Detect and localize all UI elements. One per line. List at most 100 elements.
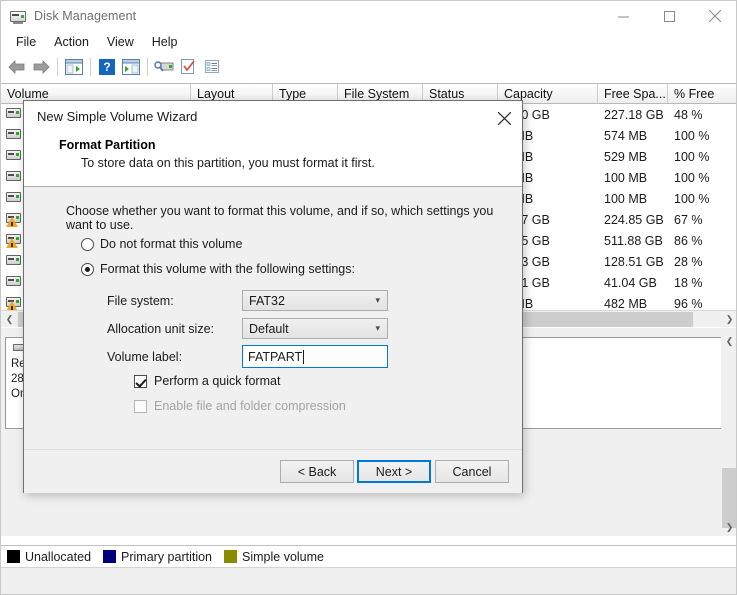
dialog-close-icon[interactable]	[490, 106, 518, 130]
menu-file[interactable]: File	[7, 33, 45, 51]
disk-pane-vertical-scrollbar[interactable]: ❮ ❯	[721, 333, 737, 536]
list-view-icon[interactable]	[200, 55, 224, 78]
toolbar-separator	[90, 58, 91, 76]
toolbar: ?	[1, 53, 737, 80]
checkbox-label: Perform a quick format	[154, 374, 280, 388]
show-hide-console-tree-icon[interactable]	[62, 55, 86, 78]
radio-indicator[interactable]	[81, 238, 94, 251]
dialog-heading: Format Partition	[59, 138, 156, 152]
menu-bar: File Action View Help	[1, 31, 737, 53]
disk-drive-icon	[10, 8, 26, 24]
cell-percent: 100 %	[674, 125, 736, 146]
legend-bar: Unallocated Primary partition Simple volum…	[1, 545, 737, 567]
cell-percent: 48 %	[674, 104, 736, 125]
back-button[interactable]: < Back	[280, 460, 354, 483]
warning-volume-icon	[6, 296, 22, 310]
cancel-button[interactable]: Cancel	[435, 460, 509, 483]
dialog-body: Choose whether you want to format this v…	[24, 187, 522, 449]
dialog-header: New Simple Volume Wizard Format Partitio…	[24, 101, 522, 187]
text-caret	[303, 350, 304, 364]
radio-do-not-format[interactable]: Do not format this volume	[81, 237, 242, 251]
chevron-down-icon: ▾	[375, 324, 380, 333]
legend-item: Primary partition	[103, 550, 212, 564]
disk-management-window: Disk Management File Action View Help	[0, 0, 737, 595]
status-bar	[1, 567, 737, 595]
cell-free: 574 MB	[604, 125, 666, 146]
radio-label: Format this volume with the following se…	[100, 262, 355, 276]
toolbar-separator	[57, 58, 58, 76]
cell-percent: 100 %	[674, 188, 736, 209]
cell-free: 128.51 GB	[604, 251, 666, 272]
rescan-disks-icon[interactable]	[152, 55, 176, 78]
cell-free: 41.04 GB	[604, 272, 666, 293]
dialog-intro-text: Choose whether you want to format this v…	[66, 204, 522, 232]
cell-free: 529 MB	[604, 146, 666, 167]
file-system-select[interactable]: FAT32 ▾	[242, 290, 388, 311]
legend-swatch	[7, 550, 20, 563]
disk-volume-icon	[6, 191, 22, 205]
warning-volume-icon	[6, 233, 22, 247]
dialog-footer: < Back Next > Cancel	[24, 449, 522, 493]
close-icon[interactable]	[692, 1, 737, 31]
cell-percent: 86 %	[674, 230, 736, 251]
legend-label: Simple volume	[242, 550, 324, 564]
next-button[interactable]: Next >	[357, 460, 431, 483]
column-header-free[interactable]: % Free	[668, 84, 737, 103]
volume-label-input[interactable]: FATPART	[242, 345, 388, 368]
allocation-unit-size-value: Default	[243, 322, 289, 336]
checkbox-indicator	[134, 400, 147, 413]
legend-swatch	[103, 550, 116, 563]
volume-label-value: FATPART	[243, 350, 302, 364]
title-bar: Disk Management	[1, 1, 737, 31]
checkbox-enable-compression: Enable file and folder compression	[134, 399, 346, 413]
back-arrow-icon[interactable]	[5, 55, 29, 78]
legend-swatch	[224, 550, 237, 563]
properties-icon[interactable]	[176, 55, 200, 78]
checkbox-indicator[interactable]	[134, 375, 147, 388]
forward-arrow-icon[interactable]	[29, 55, 53, 78]
cell-free: 227.18 GB	[604, 104, 666, 125]
show-hide-action-pane-icon[interactable]	[119, 55, 143, 78]
allocation-unit-size-select[interactable]: Default ▾	[242, 318, 388, 339]
chevron-down-icon[interactable]: ❯	[721, 519, 737, 536]
new-simple-volume-wizard-dialog: New Simple Volume Wizard Format Partitio…	[23, 100, 523, 493]
menu-help[interactable]: Help	[143, 33, 187, 51]
radio-indicator[interactable]	[81, 263, 94, 276]
disk-volume-icon	[6, 128, 22, 142]
legend-label: Unallocated	[25, 550, 91, 564]
svg-text:?: ?	[103, 60, 110, 74]
scroll-left-icon[interactable]: ❮	[1, 311, 18, 328]
cell-free: 224.85 GB	[604, 209, 666, 230]
field-file-system: File system: FAT32 ▾	[107, 290, 388, 311]
cell-percent: 100 %	[674, 146, 736, 167]
scroll-right-icon[interactable]: ❯	[721, 311, 737, 328]
toolbar-separator	[147, 58, 148, 76]
legend-label: Primary partition	[121, 550, 212, 564]
disk-volume-icon	[6, 275, 22, 289]
disk-volume-icon	[6, 254, 22, 268]
radio-format-with-settings[interactable]: Format this volume with the following se…	[81, 262, 355, 276]
disk-volume-icon	[6, 107, 22, 121]
column-header-free-spa[interactable]: Free Spa...	[598, 84, 668, 103]
field-label: Allocation unit size:	[107, 322, 242, 336]
field-volume-label: Volume label: FATPART	[107, 345, 388, 368]
dialog-subheading: To store data on this partition, you mus…	[81, 156, 375, 170]
field-label: File system:	[107, 294, 242, 308]
window-title: Disk Management	[34, 9, 136, 23]
checkbox-perform-quick-format[interactable]: Perform a quick format	[134, 374, 280, 388]
chevron-up-icon[interactable]: ❮	[721, 333, 737, 350]
cell-percent: 28 %	[674, 251, 736, 272]
menu-action[interactable]: Action	[45, 33, 98, 51]
minimize-icon[interactable]	[600, 1, 646, 31]
chevron-down-icon: ▾	[375, 296, 380, 305]
help-icon[interactable]: ?	[95, 55, 119, 78]
menu-view[interactable]: View	[98, 33, 143, 51]
cell-free: 482 MB	[604, 293, 666, 310]
field-allocation-unit-size: Allocation unit size: Default ▾	[107, 318, 388, 339]
radio-label: Do not format this volume	[100, 237, 242, 251]
cell-percent: 96 %	[674, 293, 736, 310]
file-system-value: FAT32	[243, 294, 285, 308]
disk-volume-icon	[6, 149, 22, 163]
field-label: Volume label:	[107, 350, 242, 364]
maximize-icon[interactable]	[646, 1, 692, 31]
